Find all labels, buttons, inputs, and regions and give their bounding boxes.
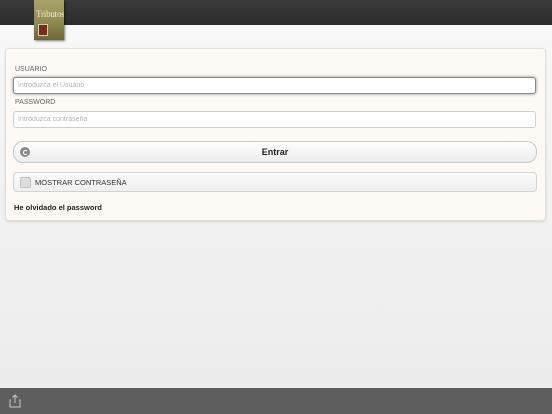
logo-emblem [38,24,48,36]
password-label: PASSWORD [15,99,56,106]
app-logo: Tributos [34,0,64,40]
username-input[interactable] [13,77,536,94]
entrar-button-label: Entrar [261,147,289,157]
bottom-toolbar [0,388,552,414]
forgot-password-link[interactable]: He olvidado el password [14,203,102,212]
password-input[interactable] [13,111,536,128]
share-icon[interactable] [9,394,21,408]
show-password-label: MOSTRAR CONTRASEÑA [35,178,127,187]
username-label: USUARIO [15,66,47,73]
login-panel: USUARIO PASSWORD Entrar MOSTRAR CONTRASE… [5,48,546,221]
top-bar [0,0,552,25]
show-password-toggle[interactable]: MOSTRAR CONTRASEÑA [13,172,537,192]
logo-text: Tributos [36,9,64,19]
show-password-checkbox[interactable] [20,177,31,188]
entrar-button[interactable]: Entrar [13,141,537,163]
